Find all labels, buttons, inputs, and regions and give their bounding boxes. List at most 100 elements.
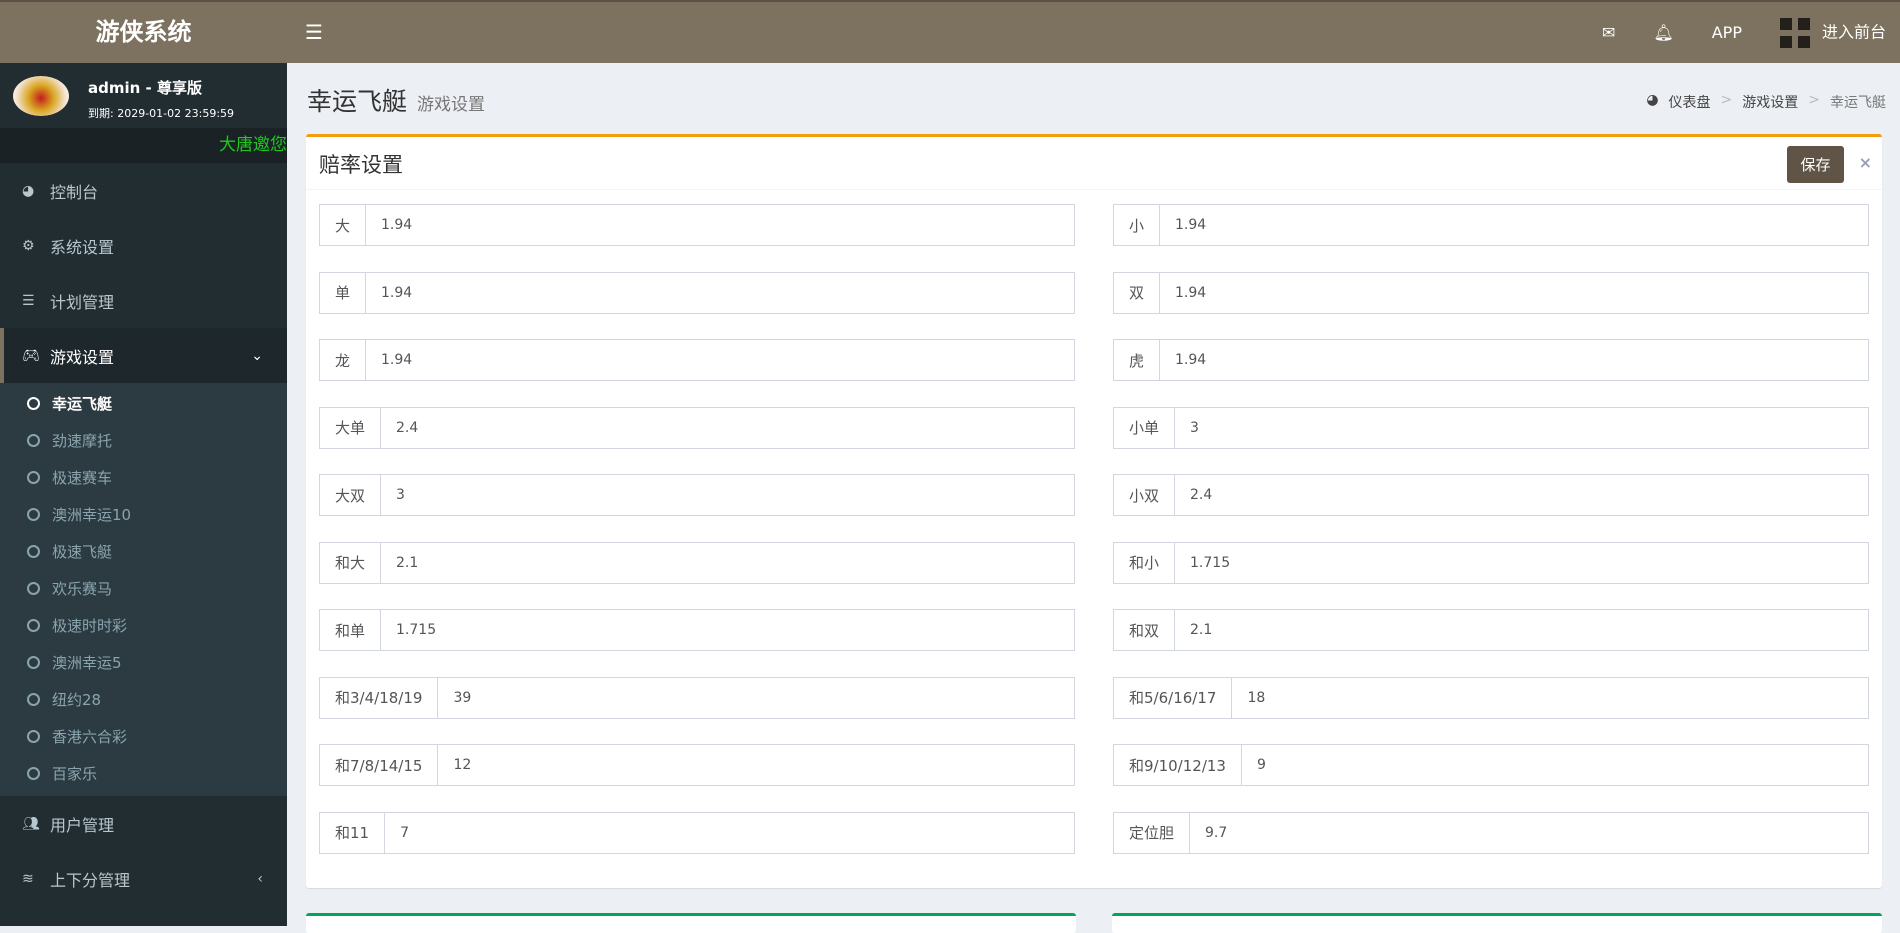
sidebar-item-system-settings[interactable]: ⚙ 系统设置: [0, 218, 287, 273]
odds-field: 小单 3: [1113, 406, 1869, 449]
close-icon[interactable]: ×: [1859, 153, 1872, 172]
odds-label: 定位胆: [1114, 812, 1191, 853]
submenu-item[interactable]: 极速飞艇: [0, 533, 287, 570]
submenu-item[interactable]: 百家乐: [0, 755, 287, 792]
submenu-item[interactable]: 幸运飞艇: [0, 385, 287, 422]
sidebar-item-game-settings[interactable]: 🎮︎ 游戏设置 ⌄: [0, 328, 287, 383]
page-title-text: 幸运飞艇: [307, 87, 408, 116]
database-icon: ≋: [22, 870, 34, 887]
odds-input[interactable]: 2.1: [1175, 610, 1868, 650]
odds-input[interactable]: 1.94: [366, 340, 1074, 380]
odds-input[interactable]: 3: [381, 475, 1074, 515]
sidebar-item-label: 系统设置: [50, 237, 115, 257]
submenu-label: 纽约28: [52, 691, 102, 709]
submenu-label: 极速时时彩: [52, 617, 128, 635]
circle-icon: [27, 434, 40, 447]
user-name: admin - 尊享版: [88, 79, 202, 97]
odds-field: 大 1.94: [319, 204, 1075, 246]
submenu: 幸运飞艇 劲速摩托 极速赛车 澳洲幸运10 极速飞艇 欢乐赛马 极速时时彩 澳洲…: [0, 383, 287, 796]
odds-label: 和单: [320, 610, 382, 650]
submenu-item[interactable]: 香港六合彩: [0, 718, 287, 755]
submenu-label: 极速赛车: [52, 469, 113, 487]
logo[interactable]: 游侠系统: [0, 2, 287, 63]
qrcode-icon: [1779, 17, 1810, 48]
user-expiry: 到期: 2029-01-02 23:59:59: [88, 107, 235, 120]
odds-input[interactable]: 1.94: [366, 205, 1074, 245]
odds-label: 单: [320, 272, 367, 313]
marquee-text: 大唐邀您: [0, 128, 287, 163]
sidebar-toggle-icon[interactable]: ☰: [305, 20, 323, 44]
avatar: [13, 76, 69, 116]
odds-input[interactable]: 1.94: [1160, 205, 1868, 245]
odds-input[interactable]: 2.1: [381, 543, 1074, 583]
user-panel: admin - 尊享版 到期: 2029-01-02 23:59:59: [0, 63, 287, 128]
submenu-item[interactable]: 澳洲幸运10: [0, 496, 287, 533]
odds-input[interactable]: 3: [1175, 408, 1868, 448]
submenu-item[interactable]: 极速赛车: [0, 459, 287, 496]
app-link[interactable]: APP: [1712, 23, 1742, 42]
dashboard-icon: ◕: [22, 182, 35, 199]
odds-label: 和大: [320, 542, 382, 583]
page-subtitle: 游戏设置: [417, 95, 486, 115]
odds-label: 和小: [1114, 542, 1176, 583]
odds-settings-box: 赔率设置 保存 × 大 1.94 小 1.94 单 1.94 双 1.94 龙 1.94 虎 1.94…: [306, 134, 1882, 888]
odds-field: 虎 1.94: [1113, 339, 1869, 381]
odds-label: 大: [320, 205, 367, 245]
frontend-label: 进入前台: [1821, 22, 1886, 41]
save-button[interactable]: 保存: [1787, 146, 1844, 183]
box-title: 赔率设置: [319, 153, 403, 177]
circle-icon: [27, 471, 40, 484]
odds-input[interactable]: 2.4: [1175, 475, 1868, 515]
odds-field: 和3/4/18/19 39: [319, 676, 1075, 719]
sidebar-item-label: 用户管理: [50, 815, 115, 835]
next-box: [306, 913, 1076, 933]
circle-icon: [27, 397, 40, 410]
submenu-label: 劲速摩托: [52, 432, 113, 450]
odds-label: 大双: [320, 475, 382, 515]
breadcrumb-item[interactable]: 游戏设置: [1742, 92, 1798, 112]
sidebar-item-label: 游戏设置: [50, 347, 115, 367]
top-header: 游侠系统 ☰ ✉ 🔔︎ APP 进入前台: [0, 0, 1900, 63]
odds-input[interactable]: 18: [1232, 678, 1868, 718]
circle-icon: [27, 619, 40, 632]
odds-input[interactable]: 1.715: [1175, 543, 1868, 583]
odds-label: 和3/4/18/19: [320, 677, 439, 718]
list-ol-icon: ☰: [22, 292, 35, 309]
odds-input[interactable]: 9: [1242, 745, 1868, 785]
odds-input[interactable]: 1.94: [366, 273, 1074, 313]
sidebar-item-users[interactable]: 👥︎ 用户管理: [0, 796, 287, 851]
odds-input[interactable]: 2.4: [381, 408, 1074, 448]
odds-input[interactable]: 39: [438, 678, 1074, 718]
submenu-item[interactable]: 纽约28: [0, 681, 287, 718]
page-title: 幸运飞艇 游戏设置: [307, 82, 485, 118]
odds-label: 双: [1114, 272, 1161, 313]
submenu-item[interactable]: 极速时时彩: [0, 607, 287, 644]
submenu-item[interactable]: 澳洲幸运5: [0, 644, 287, 681]
breadcrumb: ◕ 仪表盘 > 游戏设置 > 幸运飞艇: [1646, 92, 1886, 112]
sidebar-item-credits[interactable]: ≋ 上下分管理 ‹: [0, 851, 287, 906]
odds-input[interactable]: 9.7: [1190, 813, 1868, 853]
sidebar-item-dashboard[interactable]: ◕ 控制台: [0, 163, 287, 218]
submenu-item[interactable]: 劲速摩托: [0, 422, 287, 459]
odds-field: 双 1.94: [1113, 271, 1869, 314]
sidebar-item-plan[interactable]: ☰ 计划管理: [0, 273, 287, 328]
chevron-left-icon: ‹: [257, 870, 263, 887]
circle-icon: [27, 730, 40, 743]
odds-label: 大单: [320, 407, 382, 448]
mail-icon[interactable]: ✉: [1602, 23, 1615, 42]
submenu-label: 极速飞艇: [52, 543, 113, 561]
bell-icon[interactable]: 🔔︎: [1653, 23, 1673, 42]
odds-input[interactable]: 12: [438, 745, 1074, 785]
circle-icon: [27, 545, 40, 558]
submenu-item[interactable]: 欢乐赛马: [0, 570, 287, 607]
odds-grid: 大 1.94 小 1.94 单 1.94 双 1.94 龙 1.94 虎 1.94 大单 2.4 小单 3 大双…: [319, 204, 1869, 854]
submenu-label: 幸运飞艇: [52, 395, 113, 413]
odds-input[interactable]: 1.94: [1160, 340, 1868, 380]
breadcrumb-item[interactable]: 仪表盘: [1669, 92, 1711, 112]
frontend-link[interactable]: 进入前台: [1779, 17, 1886, 48]
odds-input[interactable]: 1.715: [381, 610, 1074, 650]
submenu-label: 欢乐赛马: [52, 580, 113, 598]
odds-input[interactable]: 7: [385, 813, 1074, 853]
odds-input[interactable]: 1.94: [1160, 273, 1868, 313]
odds-label: 和9/10/12/13: [1114, 745, 1242, 785]
